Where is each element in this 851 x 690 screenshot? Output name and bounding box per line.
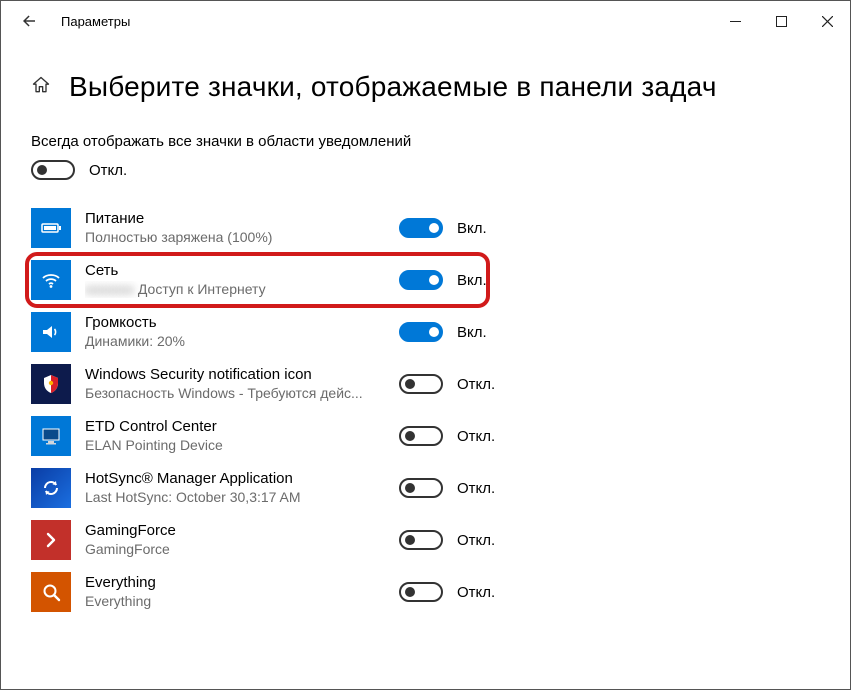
app-icon (31, 208, 71, 248)
arrow-left-icon (20, 12, 38, 30)
item-texts: Громкость Динамики: 20% (85, 314, 385, 350)
item-toggle[interactable] (399, 322, 443, 342)
item-toggle[interactable] (399, 530, 443, 550)
close-icon (822, 16, 833, 27)
item-texts: HotSync® Manager Application Last HotSyn… (85, 470, 385, 506)
item-subtitle: ELAN Pointing Device (85, 437, 385, 455)
home-icon[interactable] (31, 75, 51, 100)
item-title: Everything (85, 574, 385, 593)
item-toggle[interactable] (399, 582, 443, 602)
item-title: GamingForce (85, 522, 385, 541)
item-title: Windows Security notification icon (85, 366, 385, 385)
minimize-icon (730, 16, 741, 27)
list-item: Громкость Динамики: 20% Вкл. (31, 306, 820, 358)
maximize-button[interactable] (758, 1, 804, 41)
app-icon (31, 468, 71, 508)
search-icon (39, 580, 63, 604)
always-show-toggle[interactable] (31, 160, 75, 180)
titlebar: Параметры (1, 1, 850, 41)
item-toggle[interactable] (399, 270, 443, 290)
back-button[interactable] (9, 1, 49, 41)
app-icon (31, 572, 71, 612)
item-toggle-state: Вкл. (457, 324, 487, 341)
item-toggle-state: Вкл. (457, 220, 487, 237)
item-subtitle: xxxxxxx Доступ к Интернету (85, 281, 385, 299)
window-controls (712, 1, 850, 41)
item-texts: Питание Полностью заряжена (100%) (85, 210, 385, 246)
item-title: Питание (85, 210, 385, 229)
item-toggle-state: Вкл. (457, 272, 487, 289)
item-subtitle: Динамики: 20% (85, 333, 385, 351)
item-toggle-state: Откл. (457, 428, 495, 445)
wifi-icon (39, 268, 63, 292)
list-item: ETD Control Center ELAN Pointing Device … (31, 410, 820, 462)
list-item: Питание Полностью заряжена (100%) Вкл. (31, 202, 820, 254)
item-subtitle: Last HotSync: October 30,3:17 AM (85, 489, 385, 507)
item-title: ETD Control Center (85, 418, 385, 437)
item-subtitle: Полностью заряжена (100%) (85, 229, 385, 247)
page-header: Выберите значки, отображаемые в панели з… (31, 71, 820, 103)
icon-list: Питание Полностью заряжена (100%) Вкл. С… (31, 202, 820, 618)
app-icon (31, 312, 71, 352)
list-item: Сеть xxxxxxx Доступ к Интернету Вкл. (31, 254, 820, 306)
item-title: Громкость (85, 314, 385, 333)
speaker-icon (39, 320, 63, 344)
page-title: Выберите значки, отображаемые в панели з… (69, 71, 717, 103)
app-icon (31, 260, 71, 300)
item-toggle[interactable] (399, 426, 443, 446)
item-toggle-state: Откл. (457, 376, 495, 393)
chev-icon (39, 528, 63, 552)
item-subtitle: Everything (85, 593, 385, 611)
maximize-icon (776, 16, 787, 27)
item-subtitle: Безопасность Windows - Требуются дейс... (85, 385, 385, 403)
minimize-button[interactable] (712, 1, 758, 41)
list-item: HotSync® Manager Application Last HotSyn… (31, 462, 820, 514)
monitor-icon (39, 424, 63, 448)
list-item: Everything Everything Откл. (31, 566, 820, 618)
sync-icon (39, 476, 63, 500)
item-toggle-state: Откл. (457, 532, 495, 549)
app-icon (31, 364, 71, 404)
item-toggle[interactable] (399, 374, 443, 394)
shield-icon (39, 372, 63, 396)
list-item: GamingForce GamingForce Откл. (31, 514, 820, 566)
close-button[interactable] (804, 1, 850, 41)
always-show-state: Откл. (89, 162, 127, 179)
item-subtitle: GamingForce (85, 541, 385, 559)
item-title: Сеть (85, 262, 385, 281)
item-toggle[interactable] (399, 478, 443, 498)
item-texts: GamingForce GamingForce (85, 522, 385, 558)
item-toggle[interactable] (399, 218, 443, 238)
app-icon (31, 416, 71, 456)
app-icon (31, 520, 71, 560)
always-show-label: Всегда отображать все значки в области у… (31, 133, 820, 150)
item-toggle-state: Откл. (457, 480, 495, 497)
item-toggle-state: Откл. (457, 584, 495, 601)
window-title: Параметры (61, 14, 130, 29)
battery-icon (39, 216, 63, 240)
item-texts: Windows Security notification icon Безоп… (85, 366, 385, 402)
list-item: Windows Security notification icon Безоп… (31, 358, 820, 410)
item-texts: ETD Control Center ELAN Pointing Device (85, 418, 385, 454)
item-texts: Everything Everything (85, 574, 385, 610)
item-texts: Сеть xxxxxxx Доступ к Интернету (85, 262, 385, 298)
item-title: HotSync® Manager Application (85, 470, 385, 489)
